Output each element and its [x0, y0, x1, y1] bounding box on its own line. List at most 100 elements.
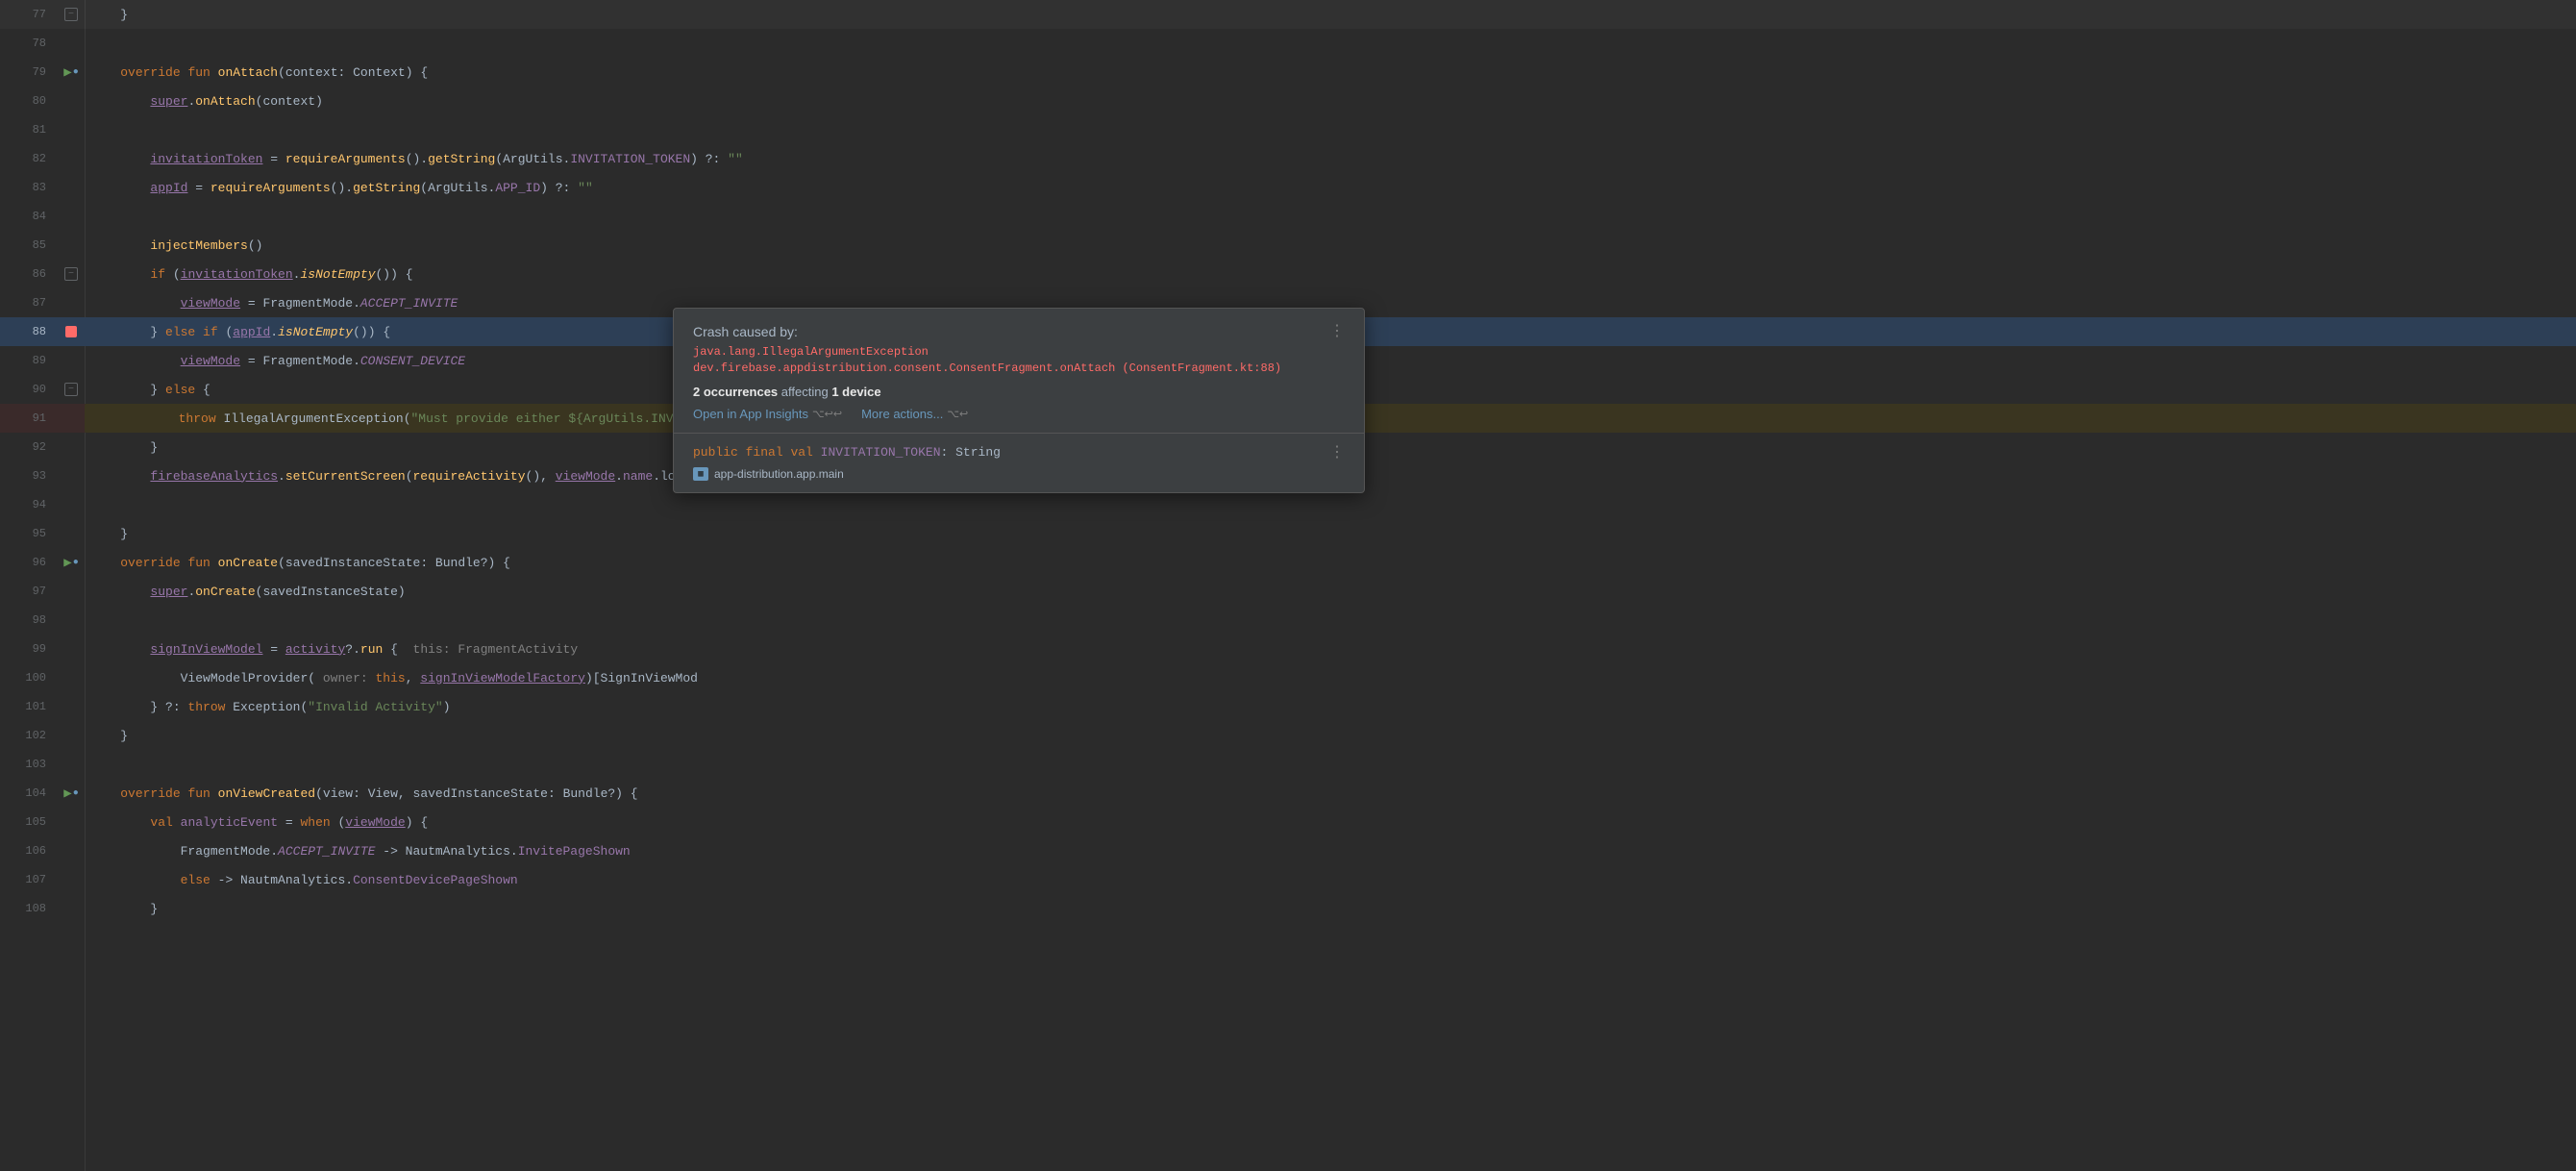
- open-in-app-insights-shortcut: ⌥↩↩: [812, 408, 842, 420]
- code-line-101: 101 } ?: throw Exception("Invalid Activi…: [0, 692, 2576, 721]
- more-actions-button[interactable]: More actions... ⌥↩: [861, 407, 968, 421]
- popup-code-section: public final val INVITATION_TOKEN: Strin…: [674, 434, 1364, 492]
- gutter-93: [58, 461, 85, 490]
- gutter-91: [58, 404, 85, 433]
- more-actions-label: More actions...: [861, 407, 943, 421]
- open-in-app-insights-label: Open in App Insights: [693, 407, 808, 421]
- line-content-103: [85, 750, 2576, 779]
- code-line-81: 81: [0, 115, 2576, 144]
- gutter-80: [58, 87, 85, 115]
- line-content-98: [85, 606, 2576, 635]
- line-content-84: [85, 202, 2576, 231]
- code-line-85: 85 injectMembers(): [0, 231, 2576, 260]
- gutter-107: [58, 865, 85, 894]
- line-content-95: }: [85, 519, 2576, 548]
- occurrences-count: 2 occurrences affecting 1 device: [693, 385, 881, 399]
- line-number-106: 106: [0, 836, 58, 865]
- line-number-95: 95: [0, 519, 58, 548]
- popup-error-line2: dev.firebase.appdistribution.consent.Con…: [693, 361, 1281, 375]
- gutter-77: −: [58, 0, 85, 29]
- line-number-97: 97: [0, 577, 58, 606]
- line-number-98: 98: [0, 606, 58, 635]
- line-number-93: 93: [0, 461, 58, 490]
- code-line-95: 95 }: [0, 519, 2576, 548]
- line-number-101: 101: [0, 692, 58, 721]
- run-icon-96[interactable]: ▶: [63, 555, 71, 571]
- line-content-100: ViewModelProvider( owner: this, signInVi…: [85, 663, 2576, 692]
- run-icon-79[interactable]: ▶: [63, 64, 71, 81]
- line-number-104: 104: [0, 779, 58, 808]
- popup-menu-top[interactable]: ⋮: [1329, 324, 1345, 339]
- code-line-86: 86 − if (invitationToken.isNotEmpty()) {: [0, 260, 2576, 288]
- line-content-82: invitationToken = requireArguments().get…: [85, 144, 2576, 173]
- popup-header: Crash caused by: java.lang.IllegalArgume…: [693, 324, 1345, 421]
- gutter-89: [58, 346, 85, 375]
- line-number-82: 82: [0, 144, 58, 173]
- fold-icon-90[interactable]: −: [64, 383, 78, 396]
- popup-module: ▦ app-distribution.app.main: [693, 467, 1001, 481]
- line-content-106: FragmentMode.ACCEPT_INVITE -> NautmAnaly…: [85, 836, 2576, 865]
- gutter-86: −: [58, 260, 85, 288]
- bookmark-icon-96: ●: [73, 558, 79, 568]
- gutter-98: [58, 606, 85, 635]
- popup-occurrences: 2 occurrences affecting 1 device: [693, 385, 1281, 399]
- code-line-102: 102 }: [0, 721, 2576, 750]
- line-content-102: }: [85, 721, 2576, 750]
- line-content-85: injectMembers(): [85, 231, 2576, 260]
- line-number-107: 107: [0, 865, 58, 894]
- bookmark-icon-79: ●: [73, 67, 79, 78]
- code-area: 77 − } 78 79 ▶ ● over: [0, 0, 2576, 1171]
- bookmark-icon-104: ●: [73, 788, 79, 799]
- code-line-96: 96 ▶ ● override fun onCreate(savedInstan…: [0, 548, 2576, 577]
- code-line-77: 77 − }: [0, 0, 2576, 29]
- open-in-app-insights-link[interactable]: Open in App Insights ⌥↩↩: [693, 407, 842, 421]
- line-number-86: 86: [0, 260, 58, 288]
- line-content-107: else -> NautmAnalytics.ConsentDevicePage…: [85, 865, 2576, 894]
- gutter-95: [58, 519, 85, 548]
- line-content-108: }: [85, 894, 2576, 923]
- code-line-106: 106 FragmentMode.ACCEPT_INVITE -> NautmA…: [0, 836, 2576, 865]
- popup-menu-bottom[interactable]: ⋮: [1329, 445, 1345, 461]
- line-number-96: 96: [0, 548, 58, 577]
- breakpoint-icon-88[interactable]: [65, 326, 77, 337]
- gutter-85: [58, 231, 85, 260]
- code-line-79: 79 ▶ ● override fun onAttach(context: Co…: [0, 58, 2576, 87]
- code-line-99: 99 signInViewModel = activity?.run { thi…: [0, 635, 2576, 663]
- line-number-85: 85: [0, 231, 58, 260]
- line-number-103: 103: [0, 750, 58, 779]
- line-content-83: appId = requireArguments().getString(Arg…: [85, 173, 2576, 202]
- gutter-81: [58, 115, 85, 144]
- line-number-89: 89: [0, 346, 58, 375]
- line-number-102: 102: [0, 721, 58, 750]
- gutter-83: [58, 173, 85, 202]
- line-content-105: val analyticEvent = when (viewMode) {: [85, 808, 2576, 836]
- line-number-80: 80: [0, 87, 58, 115]
- gutter-97: [58, 577, 85, 606]
- gutter-96: ▶ ●: [58, 548, 85, 577]
- code-line-94: 94: [0, 490, 2576, 519]
- fold-icon-77[interactable]: −: [64, 8, 78, 21]
- line-number-92: 92: [0, 433, 58, 461]
- line-number-99: 99: [0, 635, 58, 663]
- line-number-105: 105: [0, 808, 58, 836]
- gutter-88: [58, 317, 85, 346]
- line-number-108: 108: [0, 894, 58, 923]
- line-number-83: 83: [0, 173, 58, 202]
- line-number-88: 88: [0, 317, 58, 346]
- code-line-84: 84: [0, 202, 2576, 231]
- line-content-79: override fun onAttach(context: Context) …: [85, 58, 2576, 87]
- fold-icon-86[interactable]: −: [64, 267, 78, 281]
- editor-container: 77 − } 78 79 ▶ ● over: [0, 0, 2576, 1171]
- run-icon-104[interactable]: ▶: [63, 785, 71, 802]
- code-line-105: 105 val analyticEvent = when (viewMode) …: [0, 808, 2576, 836]
- code-line-83: 83 appId = requireArguments().getString(…: [0, 173, 2576, 202]
- popup-error-line1: java.lang.IllegalArgumentException: [693, 345, 1281, 359]
- line-content-97: super.onCreate(savedInstanceState): [85, 577, 2576, 606]
- code-line-100: 100 ViewModelProvider( owner: this, sign…: [0, 663, 2576, 692]
- popup-title: Crash caused by:: [693, 324, 1281, 339]
- line-content-99: signInViewModel = activity?.run { this: …: [85, 635, 2576, 663]
- line-content-86: if (invitationToken.isNotEmpty()) {: [85, 260, 2576, 288]
- popup-crash-section: Crash caused by: java.lang.IllegalArgume…: [674, 309, 1364, 434]
- line-number-77: 77: [0, 0, 58, 29]
- popup-actions: Open in App Insights ⌥↩↩ More actions...…: [693, 407, 1281, 421]
